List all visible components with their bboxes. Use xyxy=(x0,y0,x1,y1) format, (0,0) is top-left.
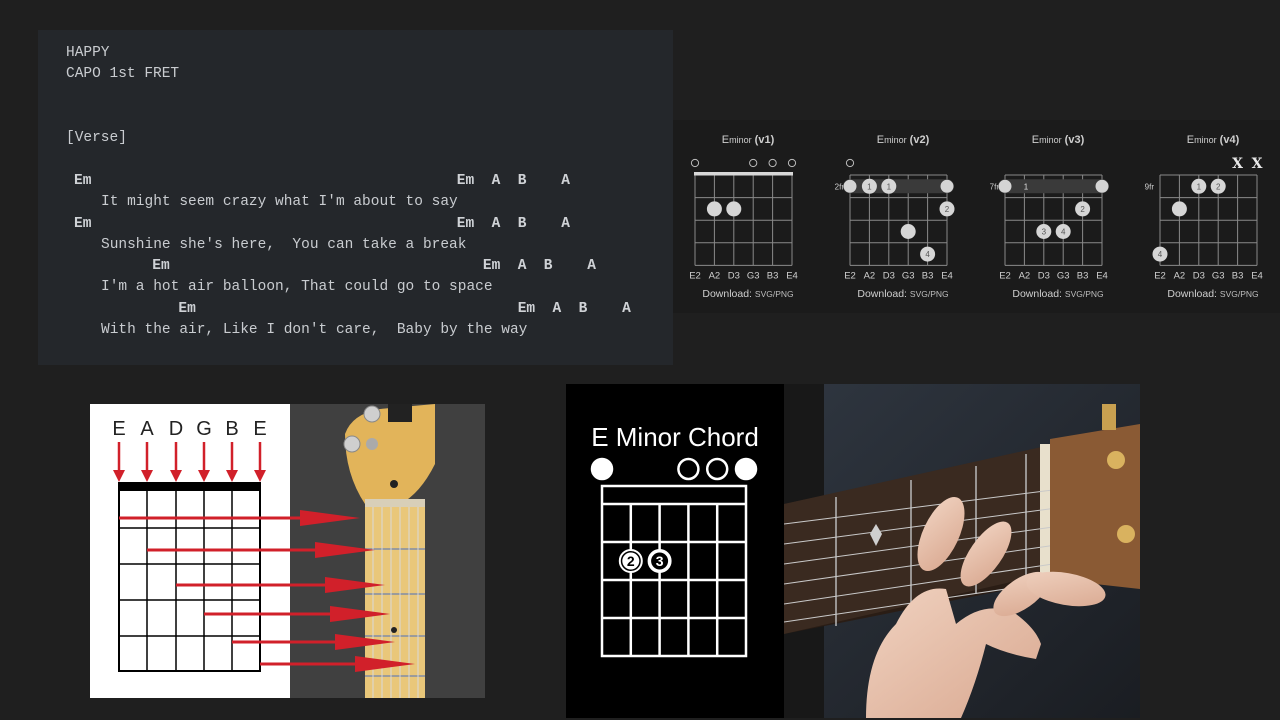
fret-position-label: 7fr xyxy=(990,182,1000,191)
fret-position-label: 9fr xyxy=(1145,182,1155,191)
string-name-label: E xyxy=(253,418,267,440)
finger-dot xyxy=(706,201,722,217)
lyrics-panel: HAPPY CAPO 1st FRET [Verse] Em Em A B A It… xyxy=(38,30,673,365)
chord-symbol: Em A B A xyxy=(482,258,597,274)
finger-dot xyxy=(900,224,916,239)
chord-diagram-3: Eminor (v3) 7fr 1 2 3 4 E2 A2 D3 G3 B3 E4 Download: … xyxy=(983,120,1133,313)
string-label: E4 xyxy=(786,270,798,281)
svg-text:1: 1 xyxy=(887,182,892,191)
string-name-label: E xyxy=(112,418,126,440)
svg-text:2: 2 xyxy=(1080,205,1085,214)
capo-info: CAPO 1st FRET xyxy=(66,66,180,82)
string-name-label: G xyxy=(196,418,212,440)
string-label: G3 xyxy=(1057,270,1070,281)
string-label: E4 xyxy=(1251,270,1263,281)
finger-dot xyxy=(1171,201,1187,217)
string-label: E2 xyxy=(844,270,856,281)
svg-text:3: 3 xyxy=(1042,228,1047,237)
download-link[interactable]: Download: SVG/PNG xyxy=(1138,288,1280,300)
chord-symbol: Em A B A xyxy=(456,215,570,232)
lyric-line: Sunshine she's here, You can take a brea… xyxy=(101,236,467,253)
root-string-marker xyxy=(734,457,758,481)
chord-symbol: Em xyxy=(178,300,196,317)
svg-text:2: 2 xyxy=(945,205,950,214)
string-name-label: A xyxy=(140,418,154,440)
muted-string-marker: X xyxy=(1232,156,1243,172)
svg-text:1: 1 xyxy=(1024,182,1029,191)
string-label: G3 xyxy=(1212,270,1225,281)
svg-text:1: 1 xyxy=(1197,182,1202,191)
chord-symbol: Em A B A xyxy=(456,173,570,189)
string-label: A2 xyxy=(1174,270,1186,281)
string-label: B3 xyxy=(1077,270,1089,281)
e-minor-chord-image: 2 3 E Minor Chord xyxy=(566,384,1140,718)
download-link[interactable]: Download: SVG/PNG xyxy=(828,288,978,300)
fret-position-label: 2fr xyxy=(835,182,845,191)
e-minor-title: E Minor Chord xyxy=(591,422,759,452)
lyric-line: It might seem crazy what I'm about to sa… xyxy=(101,194,458,210)
string-label: D3 xyxy=(728,270,740,281)
string-label: D3 xyxy=(1193,270,1205,281)
svg-text:4: 4 xyxy=(1061,228,1066,237)
download-link[interactable]: Download: SVG/PNG xyxy=(983,288,1133,300)
finger-number: 3 xyxy=(656,553,664,569)
chord-symbol: Em A B A xyxy=(517,300,631,317)
lyric-line: With the air, Like I don't care, Baby by… xyxy=(101,321,528,338)
string-label: D3 xyxy=(1038,270,1050,281)
chord-diagram-1: Eminor (v1) E2 A2 D3 G3 B3 E4 Download: SVG/PNG xyxy=(673,120,823,313)
chord-diagram-2: Eminor (v2)2fr11124E2A2D3G3B3E4Download:… xyxy=(828,120,978,313)
string-label: E2 xyxy=(689,270,701,281)
string-label: G3 xyxy=(902,270,915,281)
chord-diagram-4: Eminor (v4) 9fr X X 1 2 4 E2 A2 D3 G3 B3 E4 Download:… xyxy=(1138,120,1280,313)
finger-dot xyxy=(726,201,742,217)
string-label: E2 xyxy=(999,270,1011,281)
chord-symbol: Em xyxy=(74,215,92,232)
string-label: E4 xyxy=(1096,270,1108,281)
svg-text:2: 2 xyxy=(1216,182,1221,191)
song-title: HAPPY xyxy=(66,45,110,61)
lyric-line: I'm a hot air balloon, That could go to … xyxy=(101,279,493,295)
string-label: B3 xyxy=(767,270,779,281)
string-label: E4 xyxy=(941,270,953,281)
string-label: D3 xyxy=(883,270,895,281)
svg-text:4: 4 xyxy=(925,250,930,259)
finger-number: 2 xyxy=(627,553,635,569)
chord-diagram-grid: 9fr X X 1 2 4 E2 A2 D3 G3 B3 E4 xyxy=(1145,156,1263,281)
string-label: B3 xyxy=(1232,270,1244,281)
string-label: A2 xyxy=(864,270,876,281)
muted-string-marker: X xyxy=(1252,156,1263,172)
string-name-label: D xyxy=(168,418,184,440)
string-diagram-illustration xyxy=(113,404,485,698)
chord-diagram-strip: Eminor (v1) E2 A2 D3 G3 B3 E4 Download: SVG/PNG… xyxy=(673,120,1280,313)
string-name-label: B xyxy=(225,418,239,440)
download-link[interactable]: Download: SVG/PNG xyxy=(673,288,823,300)
string-label: B3 xyxy=(922,270,934,281)
svg-text:4: 4 xyxy=(1158,250,1163,259)
chord-symbol: Em xyxy=(152,258,170,274)
string-label: E2 xyxy=(1154,270,1166,281)
section-label: [Verse] xyxy=(66,130,127,146)
chord-symbol: Em xyxy=(74,173,92,189)
string-label: G3 xyxy=(747,270,760,281)
string-label: A2 xyxy=(709,270,721,281)
root-string-marker xyxy=(590,457,614,481)
svg-text:1: 1 xyxy=(867,182,872,191)
guitar-string-names-image: EADGBE xyxy=(90,404,485,698)
chord-diagram-grid: E2 A2 D3 G3 B3 E4 xyxy=(689,158,798,281)
chord-diagram-grid: 7fr 1 2 3 4 E2 A2 D3 G3 B3 E4 xyxy=(990,174,1109,281)
chord-diagram-grid: 2fr11124E2A2D3G3B3E4 xyxy=(835,158,955,281)
string-label: A2 xyxy=(1019,270,1031,281)
